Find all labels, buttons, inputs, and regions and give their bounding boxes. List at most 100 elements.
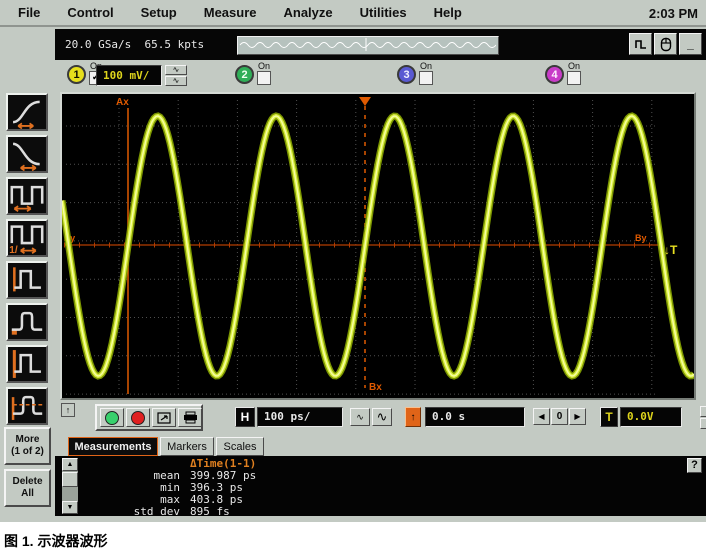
pulse-icon — [634, 38, 648, 50]
channel-2-on-label: On — [256, 61, 272, 71]
period-icon — [8, 179, 46, 213]
menu-bar: File Control Setup Measure Analyze Utili… — [0, 0, 706, 27]
bx-marker-label: Bx — [369, 382, 382, 393]
delete-all-label-1: Delete — [6, 476, 49, 489]
measurements-panel: ▲ ▼ ΔTime(1-1) mean 399.987 ps min 396.3… — [55, 456, 706, 516]
measure-fall-time-button[interactable] — [6, 135, 48, 173]
trigger-level-field[interactable]: 0.0V — [620, 407, 682, 427]
mouse-icon — [660, 37, 672, 52]
channel-2-on-toggle[interactable]: On — [256, 61, 272, 85]
channel-1-scale-field[interactable]: 100 mV/ — [96, 65, 162, 86]
scroll-up-button[interactable]: ▲ — [62, 458, 78, 471]
zero-position-button[interactable]: 0 — [551, 408, 568, 425]
measure-vavg-button[interactable] — [6, 387, 48, 425]
overshoot-icon — [8, 305, 46, 339]
waveform-display-frame: AyByAxBx↓T — [60, 92, 696, 400]
stop-icon — [131, 411, 145, 425]
single-acquisition-icon — [157, 412, 171, 424]
timebase-field[interactable]: 100 ps/ — [257, 407, 343, 427]
measurements-scrollbar: ▲ ▼ — [62, 458, 78, 514]
channel-4-on-checkbox[interactable] — [567, 71, 581, 85]
acquisition-status: 20.0 GSa/s 65.5 kpts — [65, 38, 204, 51]
memory-depth: 65.5 kpts — [144, 38, 204, 51]
zoom-out-button[interactable]: ∿ — [350, 408, 370, 426]
channel-2-on-checkbox[interactable] — [257, 71, 271, 85]
trigger-level-up-button[interactable]: ▲ — [700, 406, 706, 417]
bottom-control-bar: ↑ H 100 ps/ ∿ ∿ ↑ 0.0 s ◀ 0 ▶ T 0.0V ▲ — [55, 400, 706, 437]
channel-3-on-toggle[interactable]: On — [418, 61, 434, 85]
trigger-level-icon[interactable]: ↓T — [664, 243, 678, 257]
menu-file[interactable]: File — [18, 5, 40, 20]
measure-vpp-button[interactable] — [6, 345, 48, 383]
delete-all-button[interactable]: Delete All — [4, 469, 51, 507]
channel-4-button[interactable]: 4 — [545, 65, 564, 84]
print-button[interactable] — [178, 408, 202, 427]
trigger-setup-button[interactable]: T — [600, 407, 618, 427]
minimize-button[interactable]: _ — [679, 33, 702, 55]
stat-value: 895 fs — [190, 505, 230, 518]
channel-3-on-checkbox[interactable] — [419, 71, 433, 85]
channel-1-filter-button[interactable]: ∿ — [165, 76, 187, 86]
channel-4-on-label: On — [566, 61, 582, 71]
delete-all-label-2: All — [6, 488, 49, 501]
menu-control[interactable]: Control — [67, 5, 113, 20]
channel-bar: 1 On ✓ 100 mV/ ∿ ∿ 2 On 3 On 4 On — [55, 60, 706, 92]
rise-time-icon — [8, 95, 46, 129]
menu-setup[interactable]: Setup — [141, 5, 177, 20]
run-button[interactable] — [100, 408, 124, 427]
menu-analyze[interactable]: Analyze — [284, 5, 333, 20]
stat-label: std dev — [85, 505, 180, 518]
tab-measurements[interactable]: Measurements — [68, 437, 158, 456]
channel-4-on-toggle[interactable]: On — [566, 61, 582, 85]
trigger-position-button[interactable]: ↑ — [405, 407, 421, 427]
mouse-pointer-button[interactable] — [654, 33, 677, 55]
measure-pos-width-button[interactable] — [6, 261, 48, 299]
acquisition-controls — [95, 404, 203, 431]
oscilloscope-window: File Control Setup Measure Analyze Utili… — [0, 0, 706, 522]
page: File Control Setup Measure Analyze Utili… — [0, 0, 706, 560]
tab-markers[interactable]: Markers — [160, 437, 214, 456]
left-expand-button[interactable]: ↑ — [61, 403, 75, 417]
measurement-results: ΔTime(1-1) mean 399.987 ps min 396.3 ps … — [85, 456, 685, 516]
measure-overshoot-button[interactable] — [6, 303, 48, 341]
window-buttons: _ — [629, 33, 702, 55]
measurement-sidebar: 1/ More (1 of 2) Delete All — [0, 27, 55, 522]
menu-measure[interactable]: Measure — [204, 5, 257, 20]
menu-help[interactable]: Help — [434, 5, 462, 20]
channel-2-button[interactable]: 2 — [235, 65, 254, 84]
stop-button[interactable] — [126, 408, 150, 427]
results-tabs: Measurements Markers Scales — [55, 437, 706, 456]
channel-1-button[interactable]: 1 — [67, 65, 86, 84]
pan-right-button[interactable]: ▶ — [569, 408, 586, 425]
by-marker-label: By — [635, 233, 647, 243]
zoom-in-button[interactable]: ∿ — [372, 408, 392, 426]
single-acquisition-button[interactable] — [152, 408, 176, 427]
trigger-time-icon — [359, 97, 371, 106]
channel-3-button[interactable]: 3 — [397, 65, 416, 84]
pan-left-button[interactable]: ◀ — [533, 408, 550, 425]
status-bar: 20.0 GSa/s 65.5 kpts _ — [55, 29, 706, 60]
measure-period-button[interactable] — [6, 177, 48, 215]
pos-width-icon — [8, 263, 46, 297]
channel-1-trace — [62, 116, 694, 376]
fall-time-icon — [8, 137, 46, 171]
more-button[interactable]: More (1 of 2) — [4, 427, 51, 465]
scroll-down-button[interactable]: ▼ — [62, 501, 78, 514]
tab-scales[interactable]: Scales — [216, 437, 264, 456]
trigger-level-down-button[interactable]: ▼ — [700, 418, 706, 429]
waveform-preview-bar[interactable] — [237, 36, 499, 55]
horizontal-setup-button[interactable]: H — [235, 407, 255, 427]
more-page-indicator: (1 of 2) — [6, 446, 49, 459]
figure-caption: 图 1. 示波器波形 — [4, 531, 107, 551]
measure-frequency-button[interactable]: 1/ — [6, 219, 48, 257]
more-label: More — [6, 434, 49, 447]
menu-utilities[interactable]: Utilities — [360, 5, 407, 20]
channel-1-coupling-button[interactable]: ∿ — [165, 65, 187, 75]
horizontal-position-field[interactable]: 0.0 s — [425, 407, 525, 427]
clock: 2:03 PM — [649, 6, 698, 21]
measure-rise-time-button[interactable] — [6, 93, 48, 131]
help-button[interactable]: ? — [687, 458, 702, 473]
waveform-display[interactable]: AyByAxBx↓T — [62, 94, 694, 398]
scrollbar-thumb[interactable] — [62, 472, 78, 487]
pulse-mode-button[interactable] — [629, 33, 652, 55]
